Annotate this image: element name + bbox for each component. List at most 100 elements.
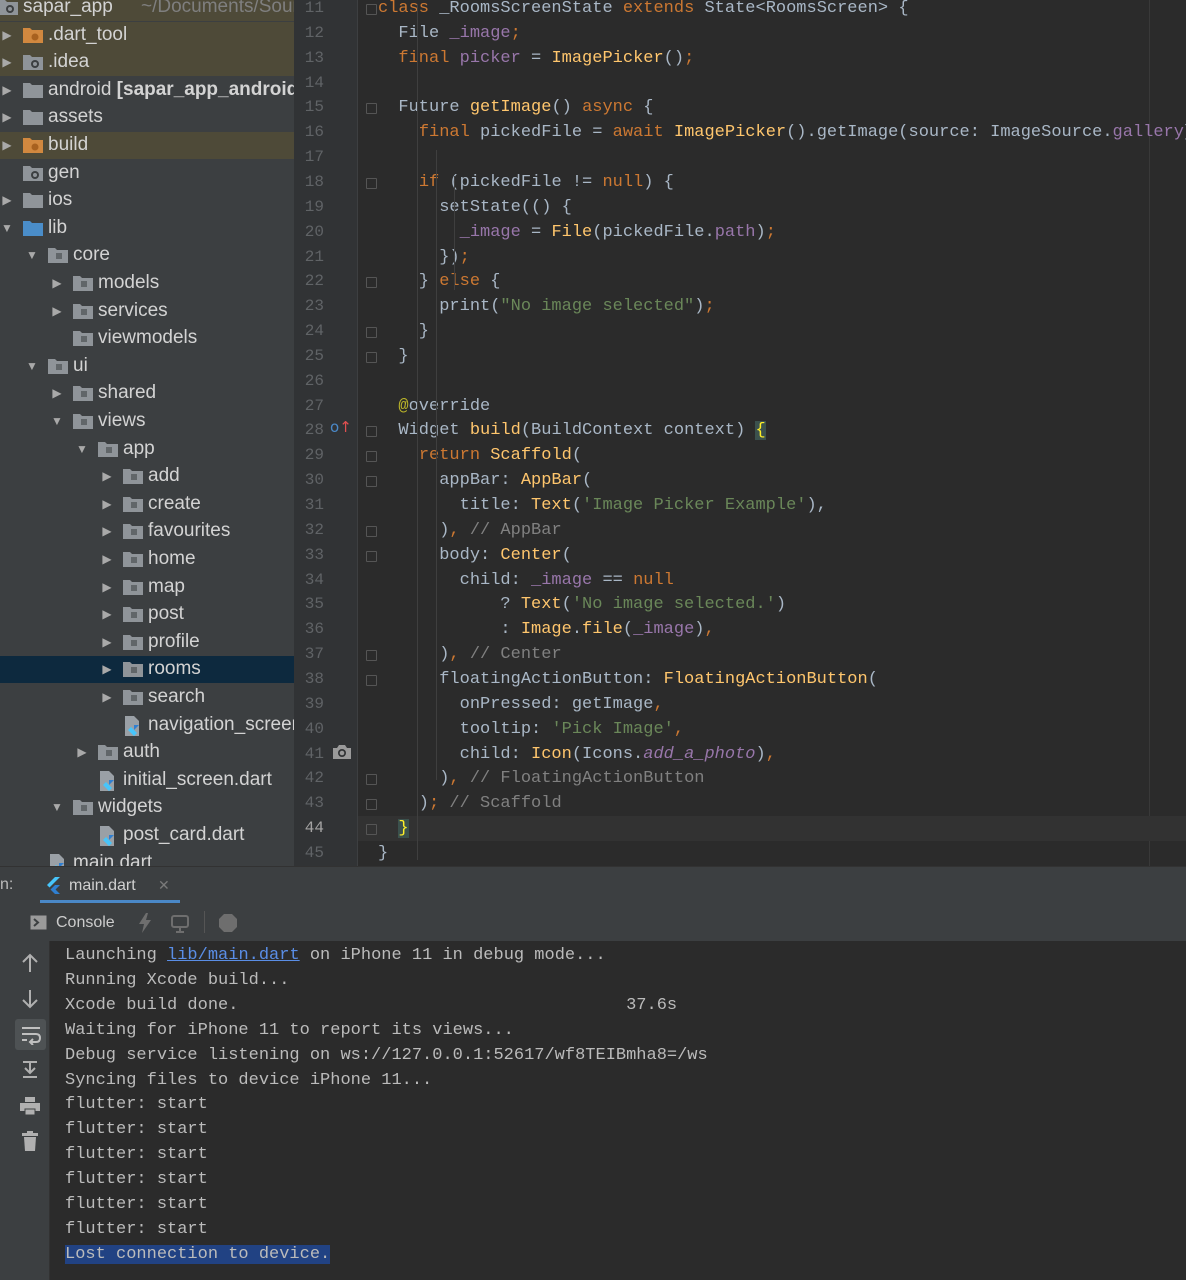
tree-item-auth[interactable]: ▶ auth (0, 739, 294, 766)
fold-marker-icon[interactable] (366, 824, 377, 836)
tree-item-post-card-dart[interactable]: post_card.dart (0, 822, 294, 849)
code-editor[interactable]: 11 12 13 14 15 16 17 18 19 20 21 22 23 24 25 26 27 28 29 30… (294, 0, 1186, 866)
expand-right-icon[interactable]: ▶ (50, 274, 64, 292)
expand-down-icon[interactable]: ▼ (25, 357, 39, 375)
folder-icon (47, 245, 69, 265)
fold-marker-icon[interactable] (366, 4, 377, 15)
tree-item-lib[interactable]: ▼ lib (0, 215, 294, 242)
expand-down-icon[interactable]: ▼ (75, 440, 89, 458)
tree-item-ui[interactable]: ▼ ui (0, 353, 294, 380)
tree-item-main-dart[interactable]: main.dart (0, 850, 294, 866)
expand-right-icon[interactable]: ▶ (100, 688, 114, 706)
hot-reload-icon[interactable] (138, 913, 152, 933)
fold-marker-icon[interactable] (366, 550, 377, 562)
tree-item-app[interactable]: ▼ app (0, 436, 294, 463)
line-number: 40 (304, 719, 324, 738)
expand-right-icon[interactable]: ▶ (100, 578, 114, 596)
fold-marker-icon[interactable] (366, 177, 377, 189)
fold-marker-icon[interactable] (366, 103, 377, 115)
tree-item-home[interactable]: ▶ home (0, 546, 294, 573)
expand-down-icon[interactable]: ▼ (50, 798, 64, 816)
tree-item-add[interactable]: ▶ add (0, 463, 294, 490)
tree-item-assets[interactable]: ▶ assets (0, 104, 294, 131)
tree-item-services[interactable]: ▶ services (0, 298, 294, 325)
stop-icon[interactable] (218, 913, 238, 933)
fold-marker-icon[interactable] (366, 774, 377, 786)
indent-guide (417, 4, 418, 860)
expand-right-icon[interactable]: ▶ (0, 108, 14, 126)
fold-marker-icon[interactable] (366, 451, 377, 463)
expand-right-icon[interactable]: ▶ (0, 81, 14, 99)
tree-item-post[interactable]: ▶ post (0, 601, 294, 628)
fold-marker-icon[interactable] (366, 327, 377, 339)
tree-item-label: add (148, 465, 180, 487)
tree-item-search[interactable]: ▶ search (0, 684, 294, 711)
expand-right-icon[interactable]: ▶ (100, 467, 114, 485)
fold-marker-icon[interactable] (366, 525, 377, 537)
expand-down-icon[interactable]: ▼ (0, 219, 14, 237)
tree-item-initial-screen-dart[interactable]: initial_screen.dart (0, 767, 294, 794)
tree-item-idea[interactable]: ▶ .idea (0, 49, 294, 77)
expand-right-icon[interactable]: ▶ (75, 743, 89, 761)
console-tab[interactable]: Console (56, 914, 115, 932)
fold-marker-icon[interactable] (366, 799, 377, 811)
arrow-up-icon[interactable] (21, 953, 39, 973)
tree-item-rooms[interactable]: ▶ rooms (0, 656, 294, 684)
expand-right-icon[interactable]: ▶ (50, 302, 64, 320)
tree-item-core[interactable]: ▼ core (0, 242, 294, 269)
fold-marker-icon[interactable] (366, 674, 377, 686)
tree-item-models[interactable]: ▶ models (0, 270, 294, 297)
fold-marker-icon[interactable] (366, 476, 377, 488)
print-icon[interactable] (20, 1097, 40, 1115)
close-icon[interactable]: ✕ (158, 877, 170, 894)
code-line: final picker = ImagePicker(); (398, 48, 695, 68)
expand-down-icon[interactable]: ▼ (25, 246, 39, 264)
expand-right-icon[interactable]: ▶ (100, 660, 114, 678)
tree-item-build[interactable]: ▶ build (0, 132, 294, 159)
expand-right-icon[interactable]: ▶ (0, 53, 14, 71)
hot-restart-icon[interactable] (170, 913, 192, 933)
tree-item-ios[interactable]: ▶ ios (0, 187, 294, 214)
expand-right-icon[interactable]: ▶ (100, 633, 114, 651)
expand-right-icon[interactable]: ▶ (50, 384, 64, 402)
arrow-down-icon[interactable] (21, 989, 39, 1009)
tree-item-shared[interactable]: ▶ shared (0, 380, 294, 407)
expand-right-icon[interactable]: ▶ (100, 550, 114, 568)
tree-item-sapar-app[interactable]: ▶sapar_app~/Documents/Sources (0, 0, 294, 21)
override-method-icon[interactable]: o↑ (330, 418, 352, 436)
console-output[interactable]: Launching lib/main.dart on iPhone 11 in … (50, 941, 1186, 1280)
fold-marker-icon[interactable] (366, 650, 377, 662)
tree-item-navigation-screen-dart[interactable]: navigation_screen.dart (0, 712, 294, 739)
expand-right-icon[interactable]: ▶ (100, 495, 114, 513)
expand-right-icon[interactable]: ▶ (100, 605, 114, 623)
tree-item-gen[interactable]: gen (0, 160, 294, 187)
fold-marker-icon[interactable] (366, 426, 377, 438)
expand-right-icon[interactable]: ▶ (0, 136, 14, 154)
tree-item-viewmodels[interactable]: viewmodels (0, 325, 294, 352)
fold-marker-icon[interactable] (366, 277, 377, 289)
run-tab-main-dart[interactable]: main.dart ✕ (40, 869, 180, 903)
expand-right-icon[interactable]: ▶ (0, 191, 14, 209)
expand-right-icon[interactable]: ▶ (0, 26, 14, 44)
tree-item-create[interactable]: ▶ create (0, 491, 294, 518)
tree-item-widgets[interactable]: ▼ widgets (0, 794, 294, 821)
tree-item-favourites[interactable]: ▶ favourites (0, 518, 294, 545)
expand-down-icon[interactable]: ▼ (50, 412, 64, 430)
tree-item-profile[interactable]: ▶ profile (0, 629, 294, 656)
trash-icon[interactable] (22, 1131, 38, 1151)
tree-item-dart-tool[interactable]: ▶ .dart_tool (0, 21, 294, 49)
line-number: 43 (304, 794, 324, 813)
line-number: 36 (304, 620, 324, 639)
tree-item-map[interactable]: ▶ map (0, 574, 294, 601)
scroll-to-end-icon[interactable] (20, 1059, 40, 1079)
expand-right-icon[interactable]: ▶ (100, 522, 114, 540)
fold-marker-icon[interactable] (366, 351, 377, 363)
soft-wrap-button[interactable] (15, 1019, 46, 1050)
tree-item-android[interactable]: ▶ android [sapar_app_android] (0, 77, 294, 104)
code-line: ); // Scaffold (378, 794, 562, 814)
tree-item-label: widgets (98, 796, 163, 818)
file-link[interactable]: lib/main.dart (167, 946, 300, 965)
code-line: ), // FloatingActionButton (378, 769, 705, 789)
tree-item-views[interactable]: ▼ views (0, 408, 294, 435)
run-tab-label: main.dart (69, 877, 136, 894)
